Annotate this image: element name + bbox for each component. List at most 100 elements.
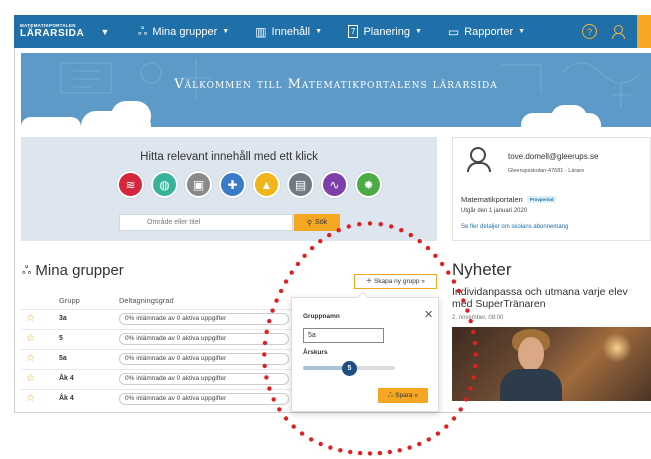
news-title: Nyheter bbox=[452, 260, 512, 279]
profile-expires: Utgår den 1 januari 2020 bbox=[461, 208, 528, 214]
annotation-dot bbox=[295, 261, 301, 267]
category-row: ≋ ◍ ▣ ✚ ▲ ▤ ∿ ✹ bbox=[117, 171, 382, 198]
annotation-dot bbox=[348, 449, 353, 455]
star-icon[interactable]: ☆ bbox=[26, 373, 35, 384]
subscription-link[interactable]: Se fler detaljer om skolans abonnemang bbox=[461, 224, 568, 230]
search-title: Hitta relevant innehåll med ett klick bbox=[140, 151, 318, 163]
year-label: Årskurs bbox=[303, 349, 328, 356]
cone-icon[interactable]: ▲ bbox=[253, 171, 280, 198]
groups-title: ஃ Mina grupper bbox=[22, 262, 124, 279]
brand-big-text: LÄRARSIDA bbox=[20, 27, 85, 39]
annotation-dot bbox=[458, 407, 463, 412]
annotation-dot bbox=[328, 445, 333, 450]
participation-bar: 0% inlämnade av 0 aktiva uppgifter bbox=[119, 353, 289, 365]
annotation-dot bbox=[357, 450, 363, 456]
banner-title: Välkommen till Matematikportalens lärars… bbox=[174, 77, 498, 92]
save-label: Spara » bbox=[395, 392, 418, 399]
globe-icon[interactable]: ◍ bbox=[151, 171, 178, 198]
plus-icon: + bbox=[366, 276, 372, 287]
search-button[interactable]: ⚲ Sök bbox=[294, 214, 340, 231]
brand-logo[interactable]: MATEMATIKPORTALEN LÄRARSIDA bbox=[14, 24, 94, 39]
nav-label: Innehåll bbox=[271, 25, 311, 38]
group-name[interactable]: 5a bbox=[59, 355, 67, 362]
group-name[interactable]: 5 bbox=[59, 335, 63, 342]
participation-bar: 0% inlämnade av 0 aktiva uppgifter bbox=[119, 393, 289, 405]
participation-bar: 0% inlämnade av 0 aktiva uppgifter bbox=[119, 373, 289, 385]
group-icon: ஃ bbox=[22, 262, 32, 277]
create-group-label: Skapa ny grupp » bbox=[373, 278, 425, 285]
nav-label: Rapporter bbox=[464, 25, 514, 38]
annotation-dot bbox=[435, 431, 441, 436]
news-image[interactable] bbox=[452, 327, 651, 401]
nav-item-rapporter[interactable]: ▭ Rapporter ▼ bbox=[448, 25, 525, 39]
news-headline[interactable]: Individanpassa och utmana varje elev med… bbox=[452, 286, 651, 310]
annotation-dot bbox=[283, 416, 289, 421]
calculator-icon[interactable]: ▤ bbox=[287, 171, 314, 198]
profile-card: tove.domell@gleerups.se Gleerupsskolan-4… bbox=[452, 137, 651, 241]
annotation-dot bbox=[451, 279, 457, 284]
nav-item-mina-grupper[interactable]: ஃ Mina grupper ▼ bbox=[138, 24, 229, 40]
year-slider-handle[interactable]: 5 bbox=[342, 361, 357, 376]
annotation-dot bbox=[302, 253, 307, 258]
search-button-label: Sök bbox=[315, 219, 328, 226]
status-badge: Provperiod bbox=[526, 196, 557, 203]
annotation-dot bbox=[291, 424, 296, 429]
chevron-down-icon: ▼ bbox=[222, 28, 230, 35]
save-button[interactable]: ஃ Spara » bbox=[378, 388, 428, 403]
chart-icon[interactable]: ∿ bbox=[321, 171, 348, 198]
group-name-input[interactable]: 5a bbox=[303, 328, 384, 343]
participation-bar: 0% inlämnade av 0 aktiva uppgifter bbox=[119, 333, 289, 345]
annotation-dot bbox=[289, 270, 294, 275]
groups-title-text: Mina grupper bbox=[35, 262, 124, 279]
star-icon[interactable]: ☆ bbox=[26, 333, 35, 344]
group-icon: ஃ bbox=[388, 391, 394, 399]
annotation-dot bbox=[377, 450, 383, 456]
search-input[interactable]: Område eller titel bbox=[119, 214, 293, 231]
annotation-dot bbox=[274, 298, 279, 303]
participation-bar: 0% inlämnade av 0 aktiva uppgifter bbox=[119, 313, 289, 325]
annotation-dot bbox=[433, 253, 438, 258]
welcome-banner: Välkommen till Matematikportalens lärars… bbox=[21, 53, 651, 127]
annotation-dot bbox=[309, 245, 315, 251]
clapper-icon[interactable]: ▣ bbox=[185, 171, 212, 198]
annotation-dot bbox=[446, 270, 451, 275]
annotation-dot bbox=[444, 424, 449, 429]
group-name[interactable]: Åk 4 bbox=[59, 395, 74, 402]
create-group-popup: Gruppnamn ✕ 5a Årskurs 5 ஃ Spara » bbox=[291, 291, 439, 412]
search-icon: ⚲ bbox=[306, 219, 313, 227]
star-icon[interactable]: ☆ bbox=[26, 353, 35, 364]
nav-orange-tab[interactable] bbox=[637, 15, 651, 48]
layers-icon[interactable]: ≋ bbox=[117, 171, 144, 198]
nav-label: Planering bbox=[363, 25, 410, 38]
star-icon[interactable]: ☆ bbox=[26, 313, 35, 324]
book-icon: ▥ bbox=[255, 24, 267, 39]
cloud-decoration bbox=[111, 101, 151, 127]
nav-item-innehall[interactable]: ▥ Innehåll ▼ bbox=[255, 25, 322, 39]
annotation-dot bbox=[397, 448, 402, 453]
nav-item-planering[interactable]: 7 Planering ▼ bbox=[348, 25, 422, 38]
annotation-dot bbox=[407, 445, 412, 450]
top-nav: MATEMATIKPORTALEN LÄRARSIDA ▼ ஃ Mina gru… bbox=[14, 15, 651, 48]
user-icon[interactable] bbox=[611, 24, 625, 39]
close-icon[interactable]: ✕ bbox=[424, 308, 433, 321]
cloud-decoration bbox=[21, 117, 81, 127]
star-icon[interactable]: ☆ bbox=[26, 393, 35, 404]
profile-product: Matematikportalen Provperiod bbox=[461, 195, 557, 204]
group-name[interactable]: 3a bbox=[59, 315, 67, 322]
annotation-dot bbox=[387, 449, 392, 455]
puzzle-icon[interactable]: ✚ bbox=[219, 171, 246, 198]
page-bottom-border bbox=[14, 412, 651, 413]
create-group-button[interactable]: + Skapa ny grupp » bbox=[354, 274, 437, 289]
product-name: Matematikportalen bbox=[461, 195, 523, 204]
profile-email: tove.domell@gleerups.se bbox=[508, 152, 599, 161]
column-header-group[interactable]: Grupp bbox=[59, 296, 80, 305]
help-icon[interactable]: ? bbox=[582, 24, 597, 39]
popup-arrow bbox=[357, 291, 369, 303]
group-name[interactable]: Åk 4 bbox=[59, 375, 74, 382]
annotation-dot bbox=[318, 441, 323, 447]
annotation-dot bbox=[309, 437, 314, 442]
chevron-down-icon: ▼ bbox=[518, 28, 526, 35]
gears-icon[interactable]: ✹ bbox=[355, 171, 382, 198]
brand-caret-icon[interactable]: ▼ bbox=[94, 27, 116, 37]
column-header-participation[interactable]: Deltagningsgrad bbox=[119, 296, 174, 305]
